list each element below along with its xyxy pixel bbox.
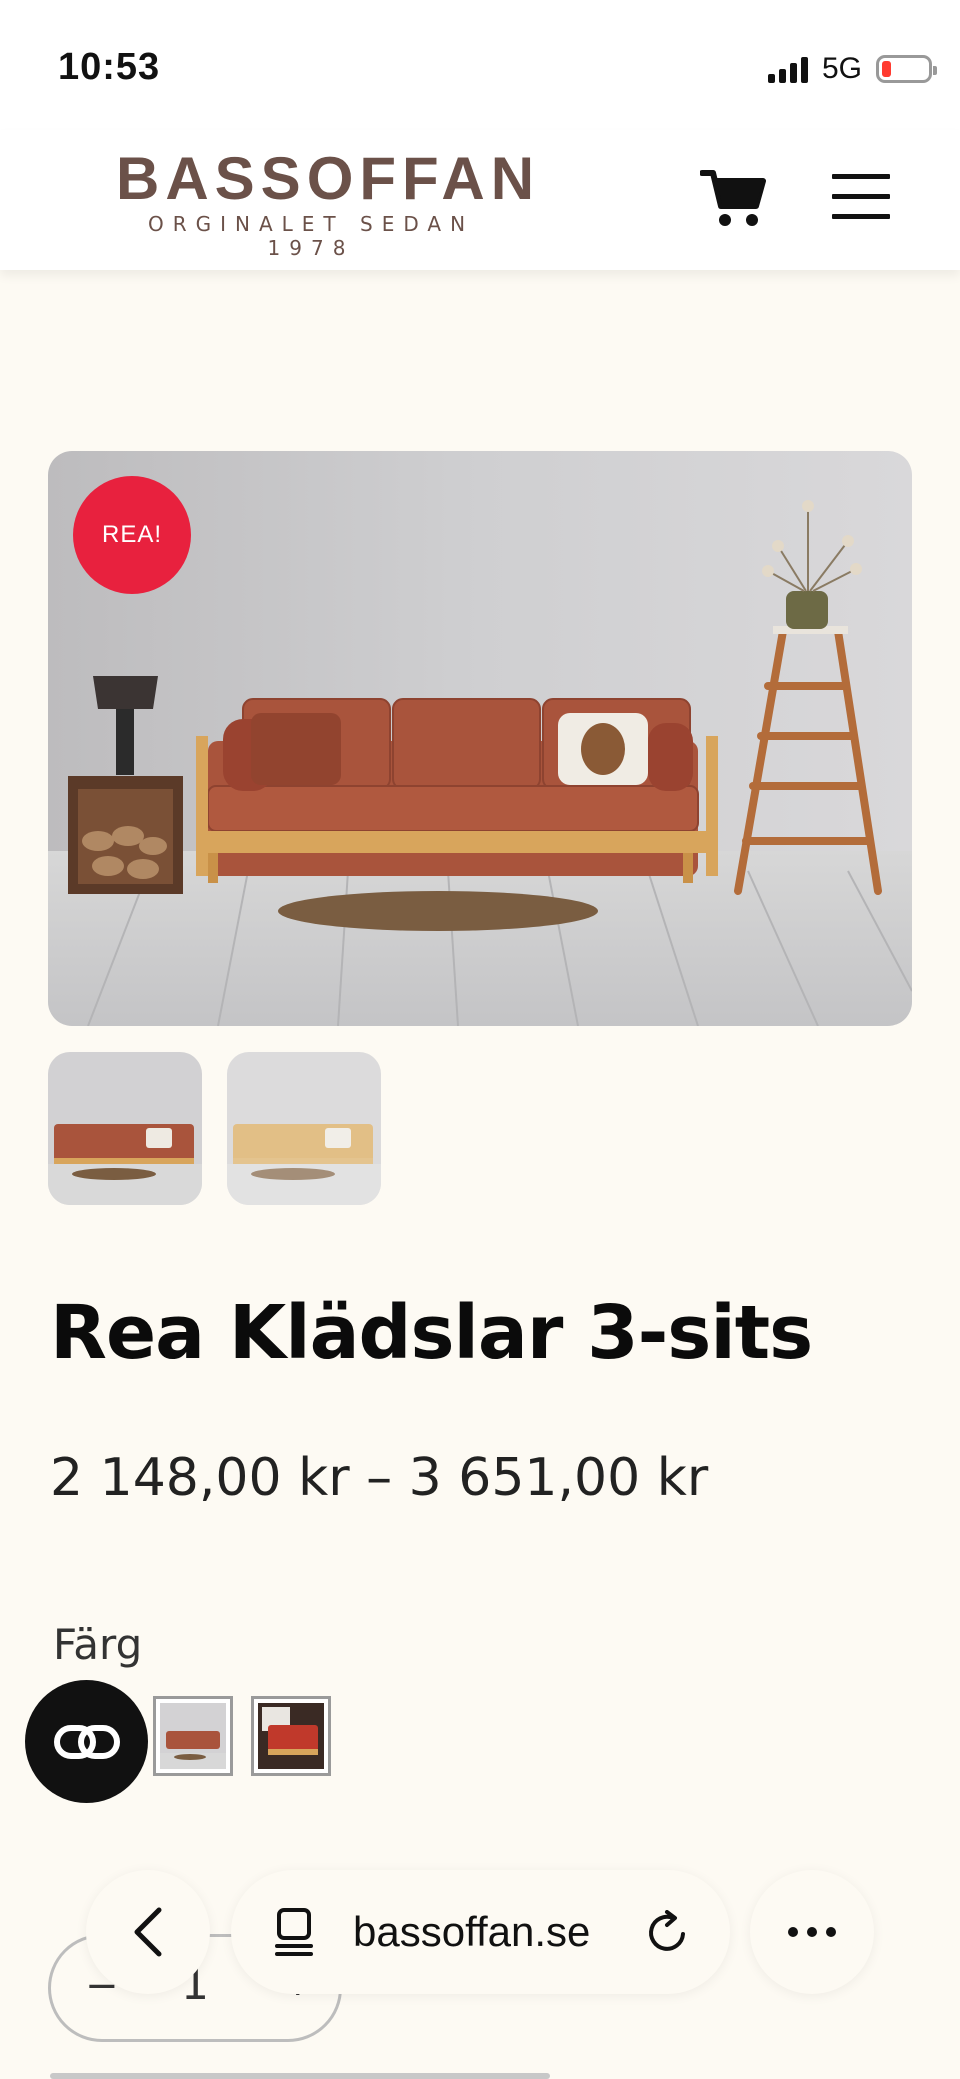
sale-badge: REA! <box>73 476 191 594</box>
address-bar[interactable]: bassoffan.se <box>231 1870 730 1994</box>
reload-icon[interactable] <box>645 1910 691 1956</box>
battery-icon <box>876 55 937 83</box>
status-time: 10:53 <box>58 46 161 88</box>
logo-subtitle: ORGINALET SEDAN 1978 <box>147 212 475 260</box>
status-bar: 10:53 5G <box>0 0 960 130</box>
more-button[interactable] <box>750 1870 874 1994</box>
url-text[interactable]: bassoffan.se <box>353 1908 590 1956</box>
menu-icon <box>832 174 890 179</box>
add-to-cart-edge <box>50 2073 550 2079</box>
logo-title: BASSOFFAN <box>116 145 541 212</box>
reader-icon <box>275 1908 313 1956</box>
status-indicators: 5G <box>767 52 937 86</box>
product-price: 2 148,00 kr – 3 651,00 kr <box>50 1448 709 1508</box>
color-swatch[interactable] <box>251 1696 331 1776</box>
more-icon <box>788 1927 798 1937</box>
product-title: Rea Klädslar 3-sits <box>50 1290 813 1376</box>
back-button[interactable] <box>86 1870 210 1994</box>
back-chevron-icon <box>134 1907 162 1957</box>
color-label: Färg <box>53 1620 143 1669</box>
chat-icon <box>53 1724 120 1759</box>
product-thumbnail[interactable] <box>227 1052 381 1205</box>
site-header: BASSOFFAN ORGINALET SEDAN 1978 <box>0 130 960 270</box>
chat-button[interactable] <box>25 1680 148 1803</box>
color-swatch[interactable] <box>153 1696 233 1776</box>
signal-icon <box>767 55 808 83</box>
product-thumbnail[interactable] <box>48 1052 202 1205</box>
menu-button[interactable] <box>832 174 890 222</box>
network-label: 5G <box>821 52 862 85</box>
cart-icon <box>699 170 766 226</box>
cart-button[interactable] <box>699 168 766 228</box>
logo[interactable]: BASSOFFAN ORGINALET SEDAN 1978 <box>116 145 541 261</box>
